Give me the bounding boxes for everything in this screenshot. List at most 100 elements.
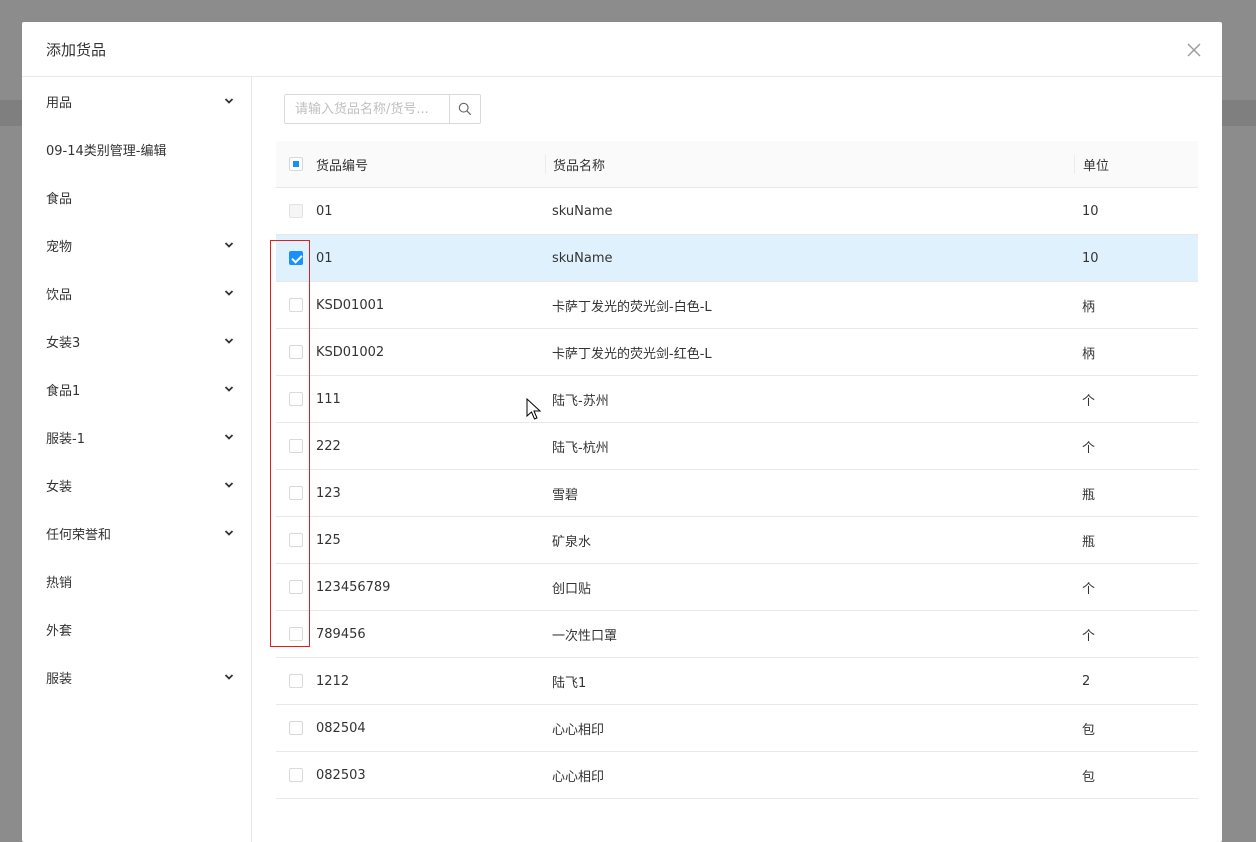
cell-code: KSD01002	[316, 344, 385, 360]
sidebar-category-item[interactable]: 食品	[22, 173, 251, 221]
row-checkbox[interactable]	[289, 392, 303, 406]
search-button[interactable]	[449, 95, 480, 123]
table-row[interactable]: 082503 心心相印 包	[276, 752, 1198, 799]
category-label: 女装3	[46, 335, 81, 351]
category-label: 服装-1	[46, 431, 85, 447]
column-header-unit: 单位	[1074, 154, 1198, 174]
sidebar-category-item[interactable]: 女装	[22, 461, 251, 509]
cell-name: 陆飞-杭州	[552, 440, 609, 456]
cell-code: 123456789	[316, 579, 391, 595]
cell-code: 789456	[316, 626, 366, 642]
chevron-down-icon[interactable]	[223, 239, 235, 251]
category-label: 外套	[46, 623, 73, 639]
row-checkbox[interactable]	[289, 627, 303, 641]
chevron-down-icon[interactable]	[223, 431, 235, 443]
row-checkbox[interactable]	[289, 345, 303, 359]
close-icon[interactable]	[1182, 38, 1206, 62]
table-row[interactable]: KSD01001 卡萨丁发光的荧光剑-白色-L 柄	[276, 282, 1198, 329]
goods-panel: 货品编号 货品名称 单位 01 skuName 10 01 skuName 10 KSD01…	[252, 77, 1222, 842]
table-row[interactable]: 01 skuName 10	[276, 235, 1198, 282]
cell-name: 一次性口罩	[552, 628, 618, 644]
row-checkbox	[289, 204, 303, 218]
table-row[interactable]: KSD01002 卡萨丁发光的荧光剑-红色-L 柄	[276, 329, 1198, 376]
column-header-code: 货品编号	[316, 158, 369, 174]
cell-unit: 柄	[1082, 346, 1096, 362]
table-row[interactable]: 082504 心心相印 包	[276, 705, 1198, 752]
category-label: 食品	[46, 191, 73, 207]
column-header-name: 货品名称	[545, 154, 1074, 174]
category-label: 宠物	[46, 239, 73, 255]
category-label: 热销	[46, 575, 73, 591]
goods-table: 货品编号 货品名称 单位 01 skuName 10 01 skuName 10 KSD01…	[276, 141, 1198, 799]
cell-code: 125	[316, 532, 341, 548]
cell-name: 雪碧	[552, 487, 579, 503]
cell-unit: 个	[1082, 393, 1096, 409]
background-page-fragment	[1222, 100, 1256, 126]
category-label: 用品	[46, 95, 73, 111]
table-row[interactable]: 1212 陆飞1 2	[276, 658, 1198, 705]
cell-code: 1212	[316, 673, 350, 689]
row-checkbox[interactable]	[289, 486, 303, 500]
cell-name: 陆飞1	[552, 675, 587, 691]
row-checkbox[interactable]	[289, 251, 303, 265]
category-label: 女装	[46, 479, 73, 495]
sidebar-category-item[interactable]: 用品	[22, 77, 251, 125]
cell-code: 222	[316, 438, 341, 454]
row-checkbox[interactable]	[289, 674, 303, 688]
table-row[interactable]: 125 矿泉水 瓶	[276, 517, 1198, 564]
sidebar-category-item[interactable]: 女装3	[22, 317, 251, 365]
row-checkbox[interactable]	[289, 533, 303, 547]
cell-name: skuName	[552, 250, 613, 266]
dialog-title: 添加货品	[46, 41, 107, 59]
sidebar-category-item[interactable]: 服装	[22, 653, 251, 701]
cell-code: KSD01001	[316, 297, 385, 313]
search-input[interactable]	[285, 95, 449, 123]
cell-name: skuName	[552, 203, 613, 219]
chevron-down-icon[interactable]	[223, 95, 235, 107]
cell-unit: 个	[1082, 581, 1096, 597]
category-label: 饮品	[46, 287, 73, 303]
category-sidebar: 用品 09-14类别管理-编辑食品宠物饮品女装3 食品1 服装-1 女装任何荣誉和热销外…	[22, 77, 252, 842]
cell-code: 123	[316, 485, 341, 501]
cell-name: 矿泉水	[552, 534, 592, 550]
background-page-fragment	[0, 100, 22, 126]
row-checkbox[interactable]	[289, 721, 303, 735]
cell-name: 卡萨丁发光的荧光剑-白色-L	[552, 299, 712, 315]
cell-unit: 10	[1082, 203, 1099, 219]
sidebar-category-item[interactable]: 任何荣誉和	[22, 509, 251, 557]
cell-unit: 2	[1082, 673, 1091, 689]
sidebar-category-item[interactable]: 食品1	[22, 365, 251, 413]
search-box	[284, 94, 481, 124]
select-all-checkbox[interactable]	[289, 157, 303, 171]
cell-unit: 瓶	[1082, 487, 1096, 503]
dialog-header: 添加货品	[22, 22, 1222, 77]
cell-unit: 包	[1082, 722, 1096, 738]
cell-unit: 包	[1082, 769, 1096, 785]
table-row[interactable]: 222 陆飞-杭州 个	[276, 423, 1198, 470]
chevron-down-icon[interactable]	[223, 287, 235, 299]
search-icon	[458, 102, 472, 116]
table-row[interactable]: 123456789 创口贴 个	[276, 564, 1198, 611]
row-checkbox[interactable]	[289, 580, 303, 594]
table-row[interactable]: 789456 一次性口罩 个	[276, 611, 1198, 658]
sidebar-category-item[interactable]: 服装-1	[22, 413, 251, 461]
sidebar-category-item[interactable]: 热销	[22, 557, 251, 605]
sidebar-category-item[interactable]: 外套	[22, 605, 251, 653]
row-checkbox[interactable]	[289, 439, 303, 453]
cell-name: 心心相印	[552, 722, 605, 738]
chevron-down-icon[interactable]	[223, 335, 235, 347]
table-row[interactable]: 01 skuName 10	[276, 188, 1198, 235]
cell-code: 082504	[316, 720, 366, 736]
sidebar-category-item[interactable]: 宠物	[22, 221, 251, 269]
table-row[interactable]: 111 陆飞-苏州 个	[276, 376, 1198, 423]
chevron-down-icon[interactable]	[223, 479, 235, 491]
row-checkbox[interactable]	[289, 298, 303, 312]
sidebar-category-item[interactable]: 09-14类别管理-编辑	[22, 125, 251, 173]
row-checkbox[interactable]	[289, 768, 303, 782]
cell-name: 陆飞-苏州	[552, 393, 609, 409]
sidebar-category-item[interactable]: 饮品	[22, 269, 251, 317]
chevron-down-icon[interactable]	[223, 527, 235, 539]
chevron-down-icon[interactable]	[223, 383, 235, 395]
chevron-down-icon[interactable]	[223, 671, 235, 683]
table-row[interactable]: 123 雪碧 瓶	[276, 470, 1198, 517]
